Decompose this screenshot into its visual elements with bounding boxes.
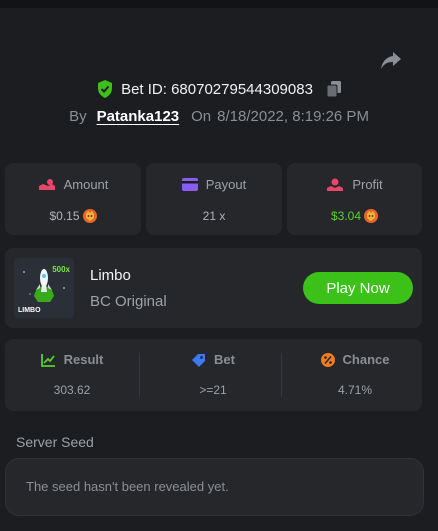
coin-icon bbox=[364, 209, 379, 223]
bet-icon bbox=[192, 353, 206, 367]
profit-label: Profit bbox=[352, 177, 383, 192]
server-seed-field[interactable]: The seed hasn't been revealed yet. bbox=[5, 458, 424, 516]
server-seed-text: The seed hasn't been revealed yet. bbox=[26, 479, 229, 494]
server-seed-label: Server Seed bbox=[16, 434, 94, 450]
chance-value: 4.71% bbox=[337, 383, 373, 397]
result-card: Result 303.62 Bet >=21 Chance 4.71% bbox=[5, 339, 422, 411]
by-label: By bbox=[69, 108, 87, 125]
game-thumbnail[interactable]: 500x LIMBO bbox=[14, 258, 74, 318]
profit-card: Profit $3.04 bbox=[287, 163, 422, 235]
profit-icon bbox=[327, 178, 344, 191]
username-link[interactable]: Patanka123 bbox=[97, 108, 180, 125]
bet-datetime: 8/18/2022, 8:19:26 PM bbox=[217, 108, 369, 125]
result-label: Result bbox=[63, 352, 104, 367]
bet-id: Bet ID: 68070279544309083 bbox=[121, 80, 313, 98]
shield-check-icon bbox=[98, 80, 113, 98]
bet-column: Bet >=21 bbox=[146, 339, 280, 411]
amount-value: $0.15 bbox=[49, 209, 80, 223]
amount-label: Amount bbox=[63, 177, 109, 192]
chance-label: Chance bbox=[342, 352, 390, 367]
payout-label: Payout bbox=[205, 177, 247, 192]
amount-card: Amount $0.15 bbox=[5, 163, 141, 235]
result-value: 303.62 bbox=[53, 383, 91, 397]
thumb-badge: 500x bbox=[52, 265, 70, 274]
copy-icon[interactable] bbox=[326, 81, 341, 97]
result-column: Result 303.62 bbox=[5, 339, 139, 411]
bet-value: >=21 bbox=[199, 383, 227, 397]
divider bbox=[139, 353, 140, 397]
amount-icon bbox=[38, 178, 55, 190]
payout-card: Payout 21 x bbox=[146, 163, 282, 235]
bet-label: Bet bbox=[214, 352, 235, 367]
play-now-button[interactable]: Play Now bbox=[303, 272, 413, 304]
share-icon[interactable] bbox=[380, 50, 402, 70]
coin-icon bbox=[82, 209, 97, 223]
divider bbox=[281, 353, 282, 397]
bet-id-row: Bet ID: 68070279544309083 bbox=[0, 80, 438, 98]
top-strip bbox=[0, 0, 438, 8]
thumb-text: LIMBO bbox=[18, 307, 41, 314]
game-name: Limbo bbox=[90, 267, 131, 284]
payout-icon bbox=[181, 178, 198, 191]
chance-column: Chance 4.71% bbox=[288, 339, 422, 411]
chance-icon bbox=[320, 352, 335, 367]
payout-value: 21 x bbox=[202, 209, 226, 223]
game-subtitle: BC Original bbox=[90, 293, 167, 310]
profit-value: $3.04 bbox=[330, 209, 362, 223]
result-icon bbox=[40, 353, 55, 367]
bet-author-row: By Patanka123 On 8/18/2022, 8:19:26 PM bbox=[0, 108, 438, 125]
on-label: On bbox=[191, 108, 212, 125]
